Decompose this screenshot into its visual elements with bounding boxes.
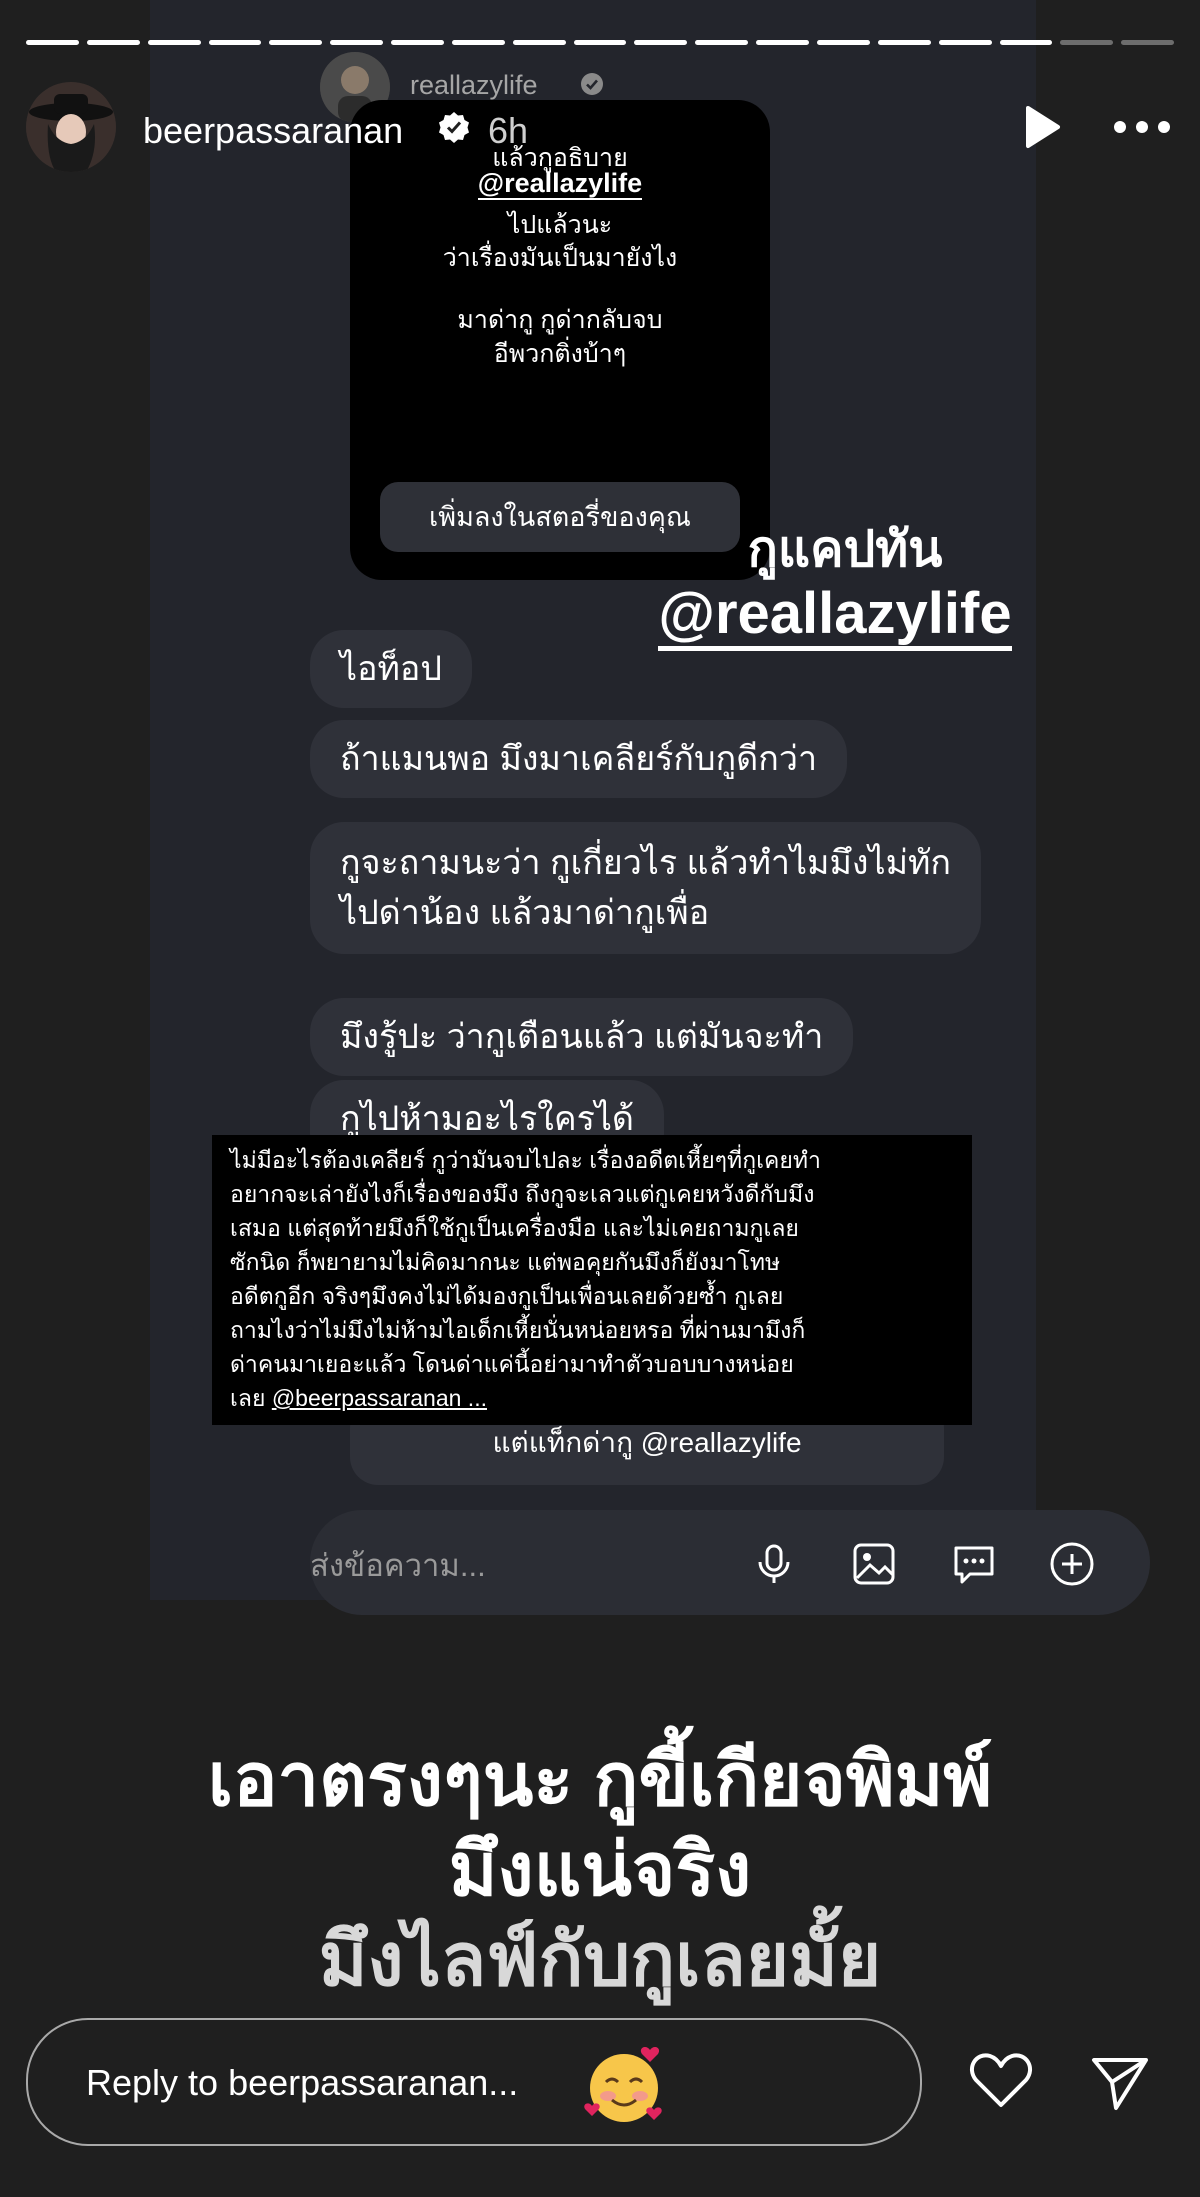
caption-line: เลย @beerpassaranan ... — [230, 1385, 487, 1411]
shared-story-card: แล้วกูอธิบาย @reallazylife ไปแล้วนะ ว่าเ… — [350, 100, 770, 580]
progress-segment — [208, 40, 262, 45]
microphone-icon[interactable] — [750, 1540, 798, 1588]
reply-input[interactable]: Reply to beerpassaranan... — [26, 2018, 922, 2146]
reply-placeholder: Reply to beerpassaranan... — [86, 2062, 519, 2103]
caption-line: อยากจะเล่ายังไงก็เรื่องของมึง ถึงกูจะเลว… — [230, 1181, 815, 1207]
username[interactable]: beerpassaranan — [143, 110, 403, 152]
progress-segment — [1060, 40, 1114, 45]
progress-segment — [269, 40, 323, 45]
story-card-text: อีพวกติ่งบ้าๆ — [493, 340, 627, 368]
story-card-text: ว่าเรื่องมันเป็นมายังไง — [442, 244, 678, 272]
caption-mention[interactable]: @beerpassaranan ... — [272, 1385, 487, 1411]
caption-line: เสมอ แต่สุดท้ายมึงก็ใช้กูเป็นเครื่องมือ … — [230, 1215, 799, 1241]
progress-segment — [1121, 40, 1175, 45]
post-time: 6h — [488, 110, 529, 151]
more-options-icon[interactable] — [1110, 104, 1174, 150]
caption-line: ไม่มีอะไรต้องเคลียร์ กูว่ามันจบไปละ เรื่… — [230, 1147, 821, 1173]
composer-placeholder: ส่งข้อความ... — [310, 1548, 486, 1583]
like-heart-icon[interactable] — [968, 2050, 1034, 2110]
progress-segment — [695, 40, 749, 45]
verified-icon — [439, 112, 469, 143]
overlay-mention[interactable]: @reallazylife — [625, 580, 1045, 651]
progress-segment — [634, 40, 688, 45]
caption-line: ด่าคนมาเยอะแล้ว โดนด่าแค่นี้อย่ามาทำตัวบ… — [230, 1351, 794, 1377]
progress-segment — [512, 40, 566, 45]
add-icon[interactable] — [1048, 1540, 1096, 1588]
smiling-face-with-hearts-icon[interactable] — [578, 2040, 670, 2132]
message-bubble: ถ้าแมนพอ มึงมาเคลียร์กับกูดีกว่า — [310, 720, 848, 798]
play-icon[interactable] — [1018, 104, 1064, 150]
story-text: มึงไลฟ์กับกูเลยมั้ย — [318, 1918, 882, 2001]
progress-segment — [451, 40, 505, 45]
progress-segment — [391, 40, 444, 45]
progress-segment — [330, 40, 384, 45]
progress-segment — [86, 40, 140, 45]
avatar[interactable] — [26, 82, 116, 172]
send-icon[interactable] — [1088, 2050, 1152, 2114]
progress-segment — [999, 40, 1053, 45]
progress-segment — [573, 40, 627, 45]
message-bubble: ไอท็อป — [310, 630, 472, 708]
sticker-icon[interactable] — [950, 1540, 998, 1588]
story-viewer[interactable]: reallazylife แล้วกูอธิบาย @reallazylife … — [0, 0, 1200, 2197]
progress-segment — [877, 40, 931, 45]
caption-line: ถามไงว่าไม่มึงไม่ห้ามไอเด็กเหี้ยนั่นหน่อ… — [230, 1317, 806, 1343]
progress-segment — [147, 40, 201, 45]
progress-segment — [756, 40, 809, 45]
progress-segment — [816, 40, 870, 45]
message-bubble: มึงรู้ปะ ว่ากูเตือนแล้ว แต่มันจะทำ — [310, 998, 854, 1076]
progress-segment — [26, 40, 79, 45]
story-card-mention: @reallazylife — [477, 168, 643, 200]
gallery-icon[interactable] — [850, 1540, 898, 1588]
progress-segment — [938, 40, 992, 45]
caption-line: อดีตกูอีก จริงๆมึงคงไม่ได้มองกูเป็นเพื่อ… — [230, 1283, 784, 1309]
story-progress-bar — [26, 40, 1175, 45]
story-header: beerpassaranan 6h — [26, 82, 1174, 172]
message-bubble: กูจะถามนะว่า กูเกี่ยวไร แล้วทำไมมึงไม่ทั… — [310, 822, 981, 954]
message-composer[interactable]: ส่งข้อความ... — [310, 1510, 1150, 1615]
caption-line: ซักนิด ก็พยายามไม่คิดมากนะ แต่พอคุยกันมึ… — [230, 1249, 781, 1275]
caption-text-box: ไม่มีอะไรต้องเคลียร์ กูว่ามันจบไปละ เรื่… — [212, 1135, 972, 1425]
overlay-text: กูแคปทัน — [747, 521, 943, 577]
